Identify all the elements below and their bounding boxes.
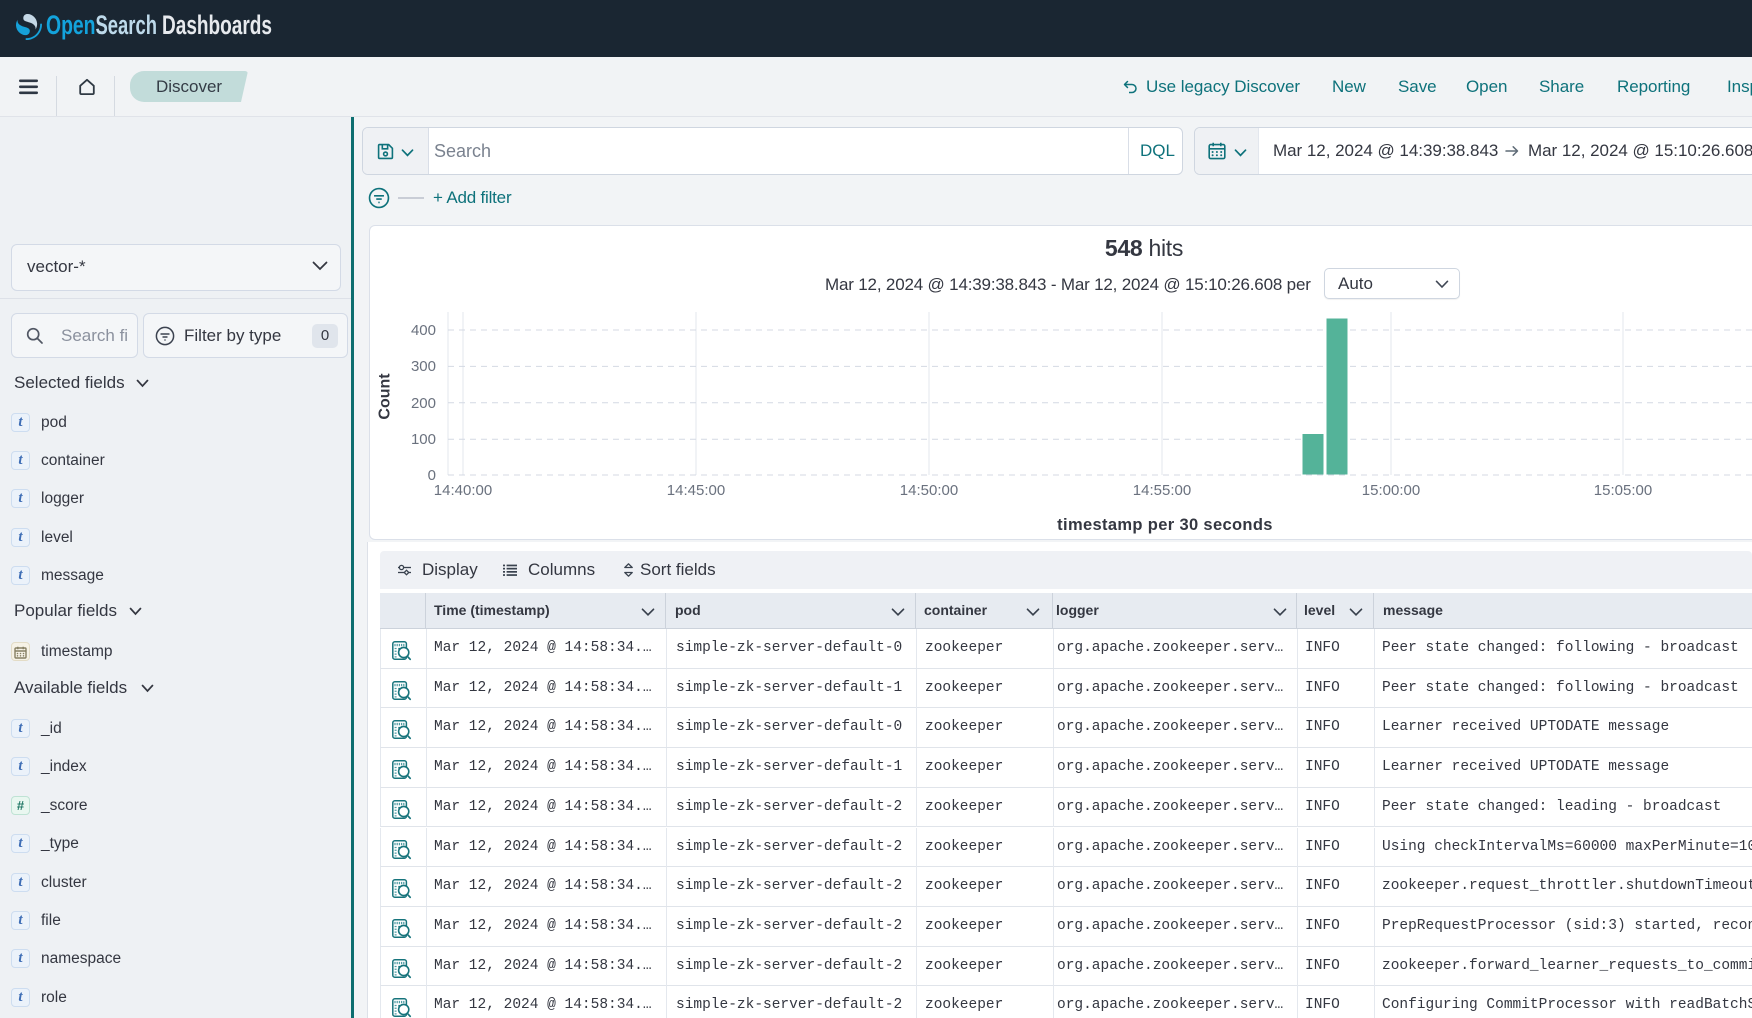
svg-text:200: 200 <box>411 395 436 412</box>
svg-text:14:55:00: 14:55:00 <box>1133 482 1191 499</box>
svg-text:14:40:00: 14:40:00 <box>434 482 492 499</box>
svg-text:timestamp per 30 seconds: timestamp per 30 seconds <box>1057 516 1273 534</box>
svg-text:100: 100 <box>411 431 436 448</box>
svg-text:400: 400 <box>411 322 436 339</box>
svg-text:15:00:00: 15:00:00 <box>1362 482 1420 499</box>
svg-text:300: 300 <box>411 358 436 375</box>
svg-text:14:50:00: 14:50:00 <box>900 482 958 499</box>
svg-text:OpenSearchDashboards: OpenSearchDashboards <box>46 10 272 40</box>
svg-text:Count: Count <box>377 373 394 420</box>
svg-text:14:45:00: 14:45:00 <box>667 482 725 499</box>
svg-text:15:05:00: 15:05:00 <box>1594 482 1652 499</box>
